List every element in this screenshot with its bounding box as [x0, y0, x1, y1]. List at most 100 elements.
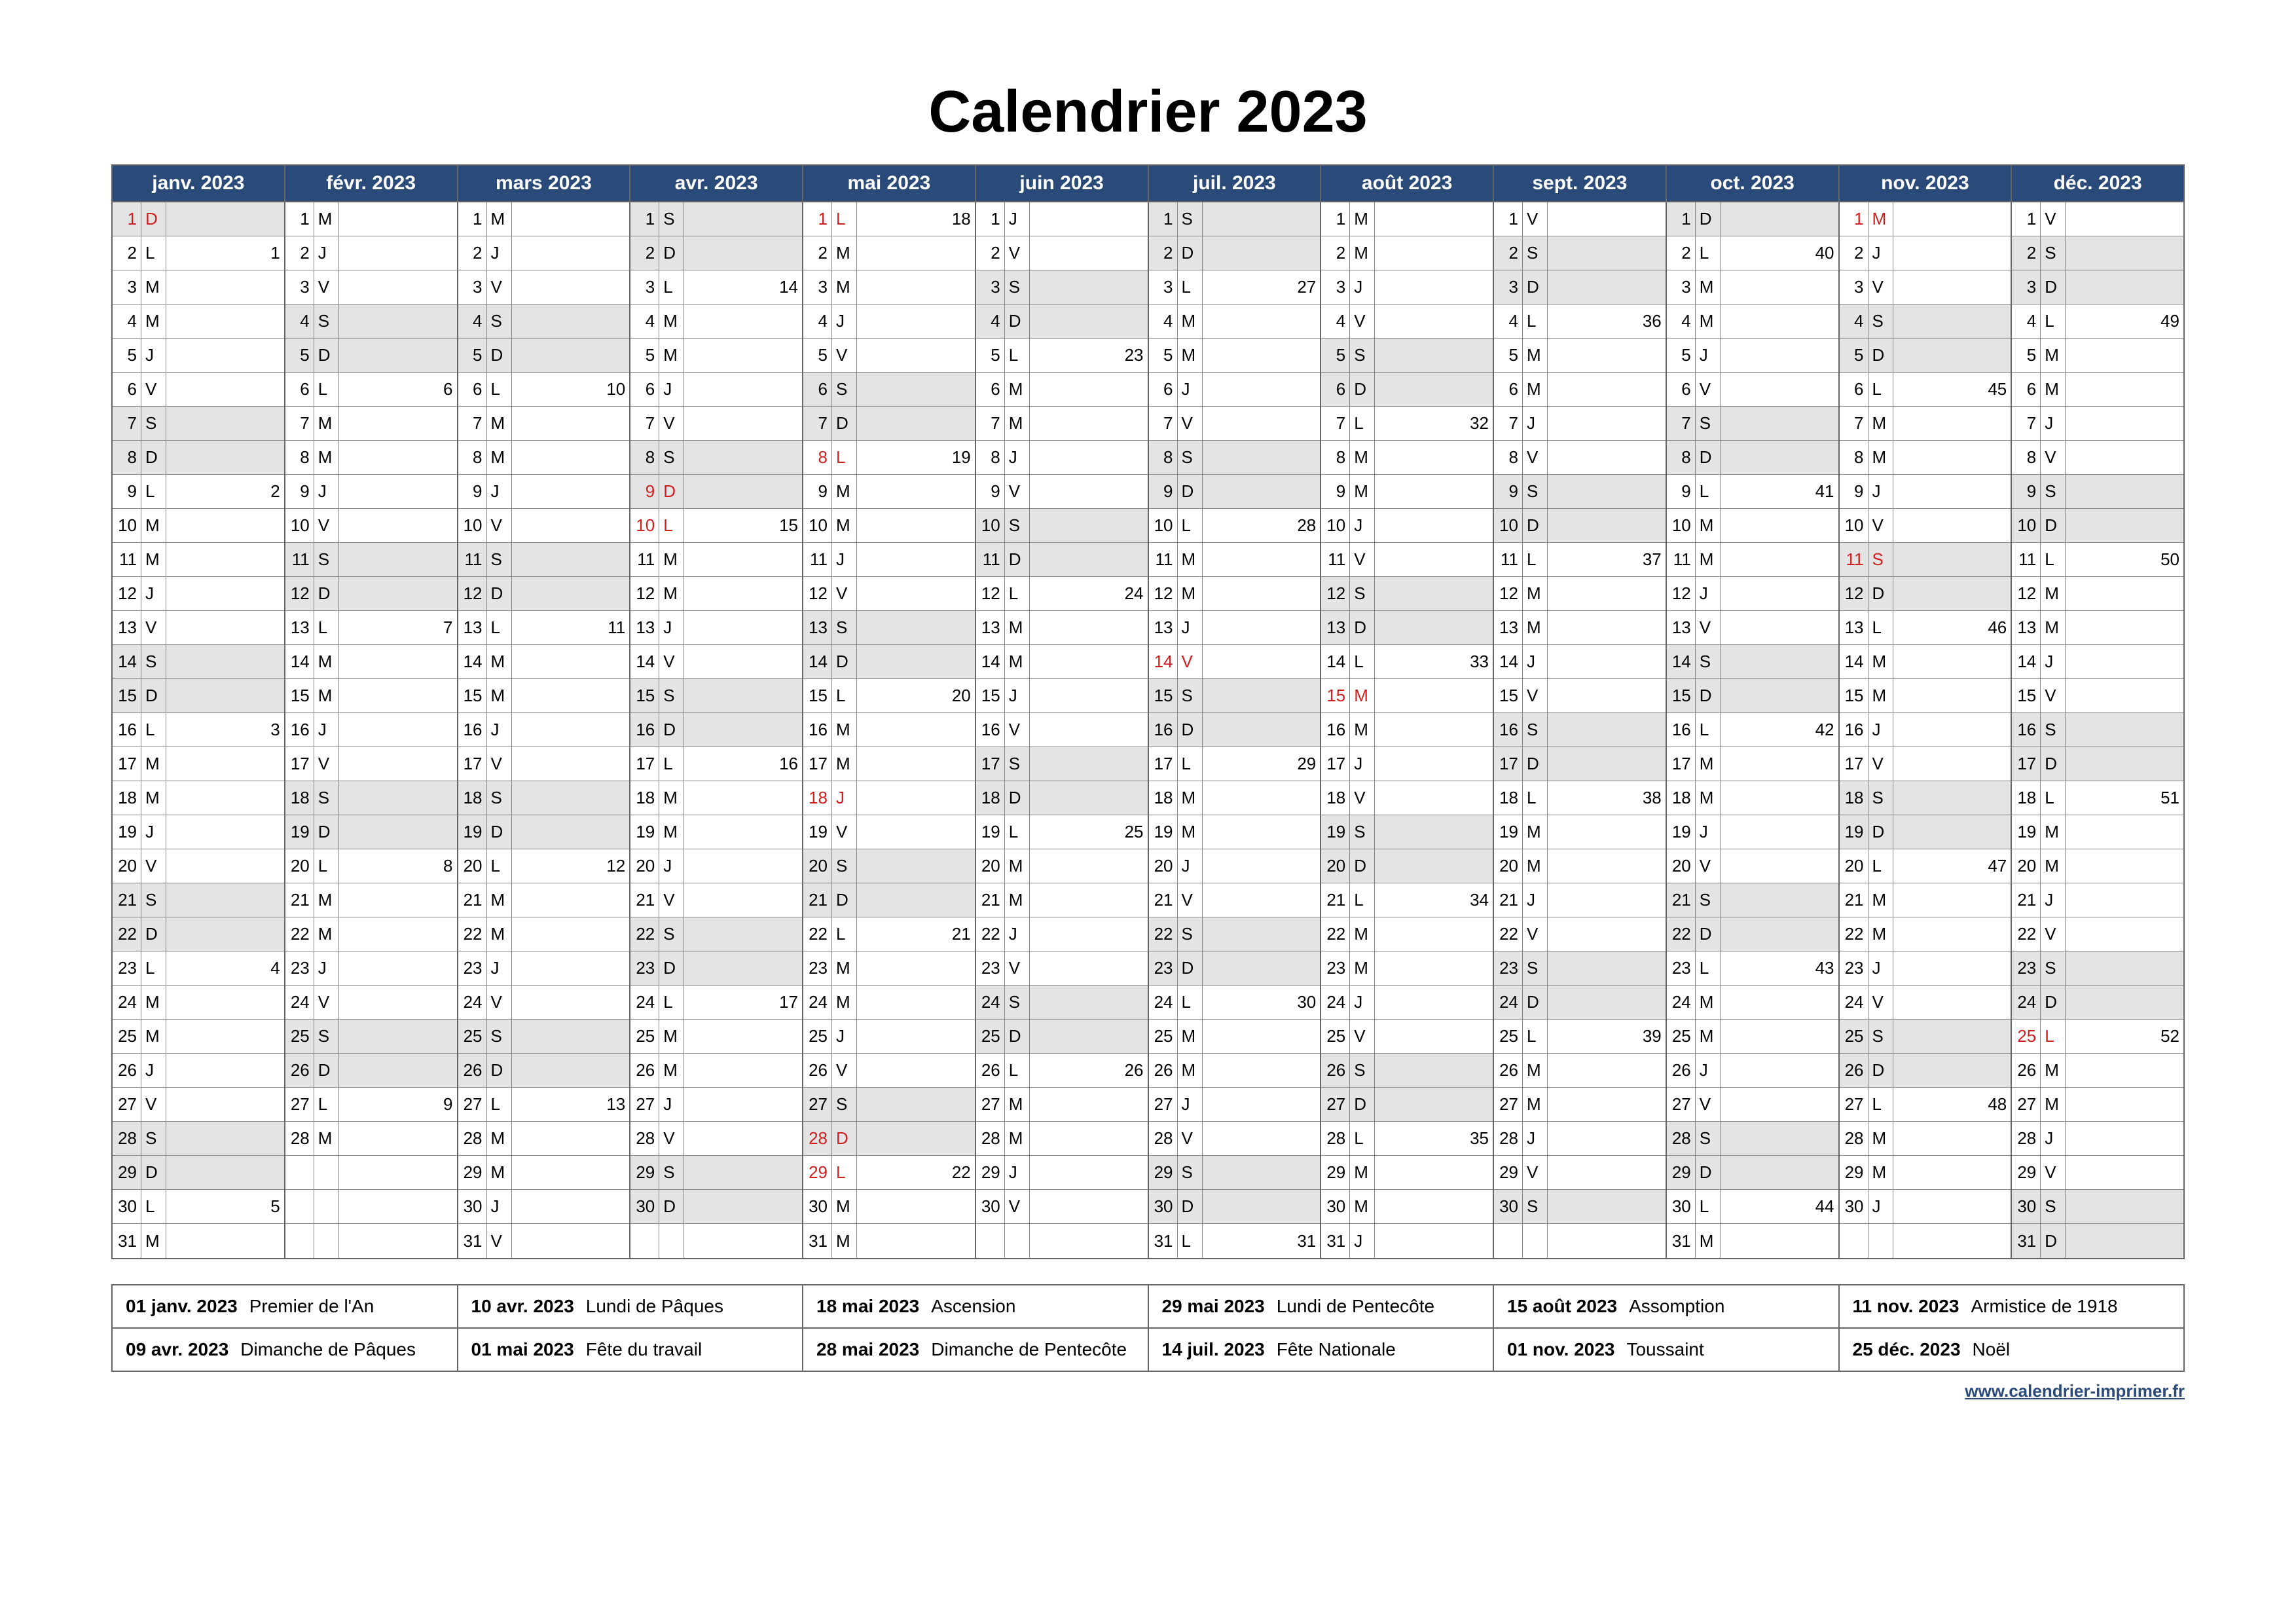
day-number: 10: [1321, 509, 1350, 542]
day-of-week: V: [1696, 849, 1721, 883]
day-row: 9M: [1321, 475, 1493, 509]
day-number: 31: [113, 1224, 141, 1258]
week-number: 42: [1721, 713, 1838, 747]
day-number: 24: [458, 986, 487, 1019]
day-number: 3: [1667, 270, 1696, 304]
day-of-week: V: [1696, 1088, 1721, 1121]
day-number: 7: [1494, 407, 1523, 440]
day-row: 25M: [113, 1020, 284, 1054]
day-row: 19D: [458, 815, 630, 849]
day-of-week: S: [1178, 679, 1203, 712]
day-row: 25D: [976, 1020, 1148, 1054]
day-of-week: M: [141, 1224, 166, 1258]
day-row: 6S: [803, 373, 975, 407]
day-row: 20V: [113, 849, 284, 883]
day-row: 23M: [1321, 951, 1493, 986]
day-number: 12: [1667, 577, 1696, 610]
day-row: 15J: [976, 679, 1148, 713]
week-number: 28: [1203, 509, 1321, 542]
day-row: 11L37: [1494, 543, 1666, 577]
day-number: 27: [976, 1088, 1005, 1121]
day-number: 9: [976, 475, 1005, 508]
week-number: [1893, 747, 2011, 781]
day-number: 18: [1667, 781, 1696, 815]
day-of-week: S: [1005, 747, 1030, 781]
day-of-week: V: [1005, 951, 1030, 985]
week-number: [857, 304, 975, 338]
day-of-week: V: [1005, 236, 1030, 270]
day-number: 11: [2012, 543, 2041, 576]
day-number: 13: [1321, 611, 1350, 644]
week-number: 31: [1203, 1224, 1321, 1258]
day-row: 8S: [630, 441, 802, 475]
week-number: [1203, 713, 1321, 747]
day-of-week: J: [141, 577, 166, 610]
week-number: [166, 1054, 284, 1087]
day-of-week: M: [1178, 1054, 1203, 1087]
day-number: 5: [630, 339, 659, 372]
day-number: 9: [1840, 475, 1868, 508]
day-of-week: D: [1523, 986, 1548, 1019]
source-link[interactable]: www.calendrier-imprimer.fr: [111, 1381, 2185, 1401]
day-of-week: L: [141, 713, 166, 747]
day-number: .: [285, 1190, 314, 1223]
day-of-week: V: [1005, 713, 1030, 747]
day-of-week: V: [141, 1088, 166, 1121]
day-number: 9: [803, 475, 832, 508]
holidays-table: 01 janv. 2023Premier de l'An10 avr. 2023…: [111, 1284, 2185, 1372]
day-row: 17L16: [630, 747, 802, 781]
day-number: 6: [803, 373, 832, 406]
day-row: 1D: [1667, 202, 1838, 236]
day-row: 7J: [1494, 407, 1666, 441]
page-title: Calendrier 2023: [111, 79, 2185, 146]
week-number: 1: [166, 236, 284, 270]
day-number: 12: [1321, 577, 1350, 610]
week-number: [1203, 679, 1321, 712]
day-of-week: M: [832, 951, 857, 985]
week-number: 11: [512, 611, 630, 644]
day-of-week: M: [314, 917, 339, 951]
day-of-week: V: [2041, 202, 2066, 236]
day-number: 6: [1840, 373, 1868, 406]
week-number: [1721, 781, 1838, 815]
day-number: 13: [1667, 611, 1696, 644]
day-number: 15: [1494, 679, 1523, 712]
week-number: [1203, 475, 1321, 508]
day-of-week: L: [1350, 407, 1375, 440]
week-number: 44: [1721, 1190, 1838, 1223]
week-number: [512, 304, 630, 338]
week-number: [166, 747, 284, 781]
week-number: [684, 1122, 802, 1155]
day-of-week: M: [487, 1122, 512, 1155]
day-of-week: M: [832, 509, 857, 542]
holiday-label: Lundi de Pâques: [586, 1296, 723, 1317]
day-row: 26S: [1321, 1054, 1493, 1088]
day-of-week: S: [659, 441, 684, 474]
week-number: 7: [339, 611, 457, 644]
day-row: 11V: [1321, 543, 1493, 577]
day-row: 7V: [630, 407, 802, 441]
day-number: 23: [1321, 951, 1350, 985]
day-number: 1: [2012, 202, 2041, 236]
day-row: 6M: [976, 373, 1148, 407]
week-number: [684, 713, 802, 747]
day-row: 16J: [285, 713, 457, 747]
day-number: 2: [1321, 236, 1350, 270]
day-number: 27: [285, 1088, 314, 1121]
day-number: 19: [1840, 815, 1868, 849]
day-of-week: J: [141, 339, 166, 372]
day-number: 16: [1321, 713, 1350, 747]
holiday-cell: 29 mai 2023Lundi de Pentecôte: [1149, 1285, 1495, 1327]
day-row: 5D: [458, 339, 630, 373]
week-number: [1893, 1190, 2011, 1223]
week-number: [1030, 781, 1148, 815]
day-row: 10L28: [1149, 509, 1321, 543]
week-number: [1721, 304, 1838, 338]
day-of-week: M: [487, 1156, 512, 1189]
holiday-date: 01 mai 2023: [471, 1339, 574, 1360]
day-number: 19: [630, 815, 659, 849]
day-row: 7D: [803, 407, 975, 441]
day-number: 1: [976, 202, 1005, 236]
day-number: 11: [1149, 543, 1178, 576]
day-number: 31: [458, 1224, 487, 1258]
